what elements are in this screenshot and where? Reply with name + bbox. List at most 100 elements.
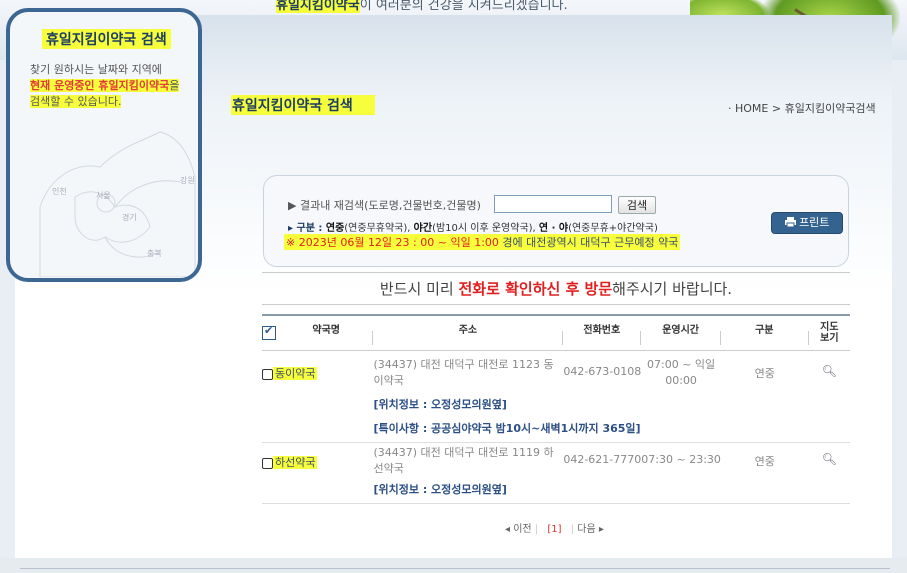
printer-icon <box>784 217 796 228</box>
row-checkbox[interactable] <box>262 457 273 469</box>
col-type: 구분 <box>720 314 809 351</box>
empty-cell <box>262 416 374 443</box>
breadcrumb-separator: > <box>771 102 782 115</box>
col-hours-label: 운영시간 <box>662 325 699 336</box>
col-separator <box>372 331 374 345</box>
breadcrumb: · HOME > 휴일지킴이약국검색 <box>728 100 876 116</box>
col-separator <box>562 331 564 345</box>
location-info: [위치정보 : 오정성모의원옆] <box>373 398 507 411</box>
row-address: (34437) 대전 대덕구 대전로 1123 동이약국 <box>373 351 563 390</box>
col-address: 주소 <box>373 314 564 351</box>
row-checkbox[interactable] <box>262 368 273 380</box>
pager-current-page[interactable]: [1] <box>547 524 561 535</box>
col-name: 약국명 <box>279 314 374 351</box>
row-phone: 042-673-0108 <box>563 365 642 378</box>
row-special: [특이사항 : 공공심야약국 밤10시~새벽1시까지 365일] <box>373 416 850 443</box>
pager-prev[interactable]: ◂ 이전 <box>505 524 532 535</box>
legend-key: 연 · 야 <box>538 223 569 234</box>
footer-strip <box>0 558 907 573</box>
select-all-checkbox[interactable] <box>262 324 276 340</box>
footer-line <box>20 568 890 569</box>
breadcrumb-bullet: · <box>728 102 732 115</box>
sidebar-description: 찾기 원하시는 날짜와 지역에 현재 운영중인 휴일지킴이약국을 검색할 수 있… <box>30 62 198 110</box>
col-map-label: 보기 <box>820 333 839 344</box>
pager-next[interactable]: 다음 ▸ <box>577 524 604 535</box>
table-row-extra: [위치정보 : 오정성모의원옆] <box>262 389 850 416</box>
col-phone: 전화번호 <box>563 314 642 351</box>
select-all-header <box>262 314 280 351</box>
warning-emphasis: 전화로 확인하신 후 방문 <box>458 280 613 298</box>
row-phone: 042-621-7770 <box>563 453 642 466</box>
sidebar-card: 휴일지킴이약국 검색 찾기 원하시는 날짜와 지역에 현재 운영중인 휴일지킴이… <box>6 8 202 282</box>
type-legend: ▸ 구분 : 연중(연중무휴약국), 야간(밤10시 이후 운영약국), 연 ·… <box>288 219 658 234</box>
sidebar-desc-tail: 을 <box>169 79 180 92</box>
col-separator <box>807 331 809 345</box>
search-button[interactable]: 검색 <box>618 196 656 214</box>
search-label: ▶ 결과내 재검색(도로명,건물번호,건물명) <box>288 199 481 212</box>
col-separator <box>719 331 721 345</box>
pharmacy-name[interactable]: 동이약국 <box>273 367 318 380</box>
row-type: 연중 <box>754 455 775 468</box>
legend-key: 연중 <box>325 223 345 234</box>
legend-desc: (연중무휴약국), <box>344 223 414 234</box>
schedule-notice: ※ 2023년 06월 12일 23 : 00 ~ 익일 1:00 경에 대전광… <box>284 234 681 250</box>
map-label-seoul: 서울 <box>96 191 111 200</box>
pharmacy-address: (34437) 대전 대덕구 대전로 1119 하선약국 <box>373 446 554 475</box>
warning-text: 해주시기 바랍니다. <box>612 280 733 298</box>
row-hours: 07:00 ~ 익일 00:00 <box>647 358 716 387</box>
empty-cell <box>262 477 374 504</box>
row-name-cell: 하선약국 <box>262 443 373 478</box>
row-address: (34437) 대전 대덕구 대전로 1119 하선약국 <box>373 443 563 478</box>
legend-key: 야간 <box>413 223 433 234</box>
slogan-highlight: 휴일지킴이약국 <box>276 0 360 13</box>
sidebar-desc-red: 현재 운영중인 휴일지킴이약국 <box>30 79 170 92</box>
row-location: [위치정보 : 오정성모의원옆] <box>373 389 850 416</box>
map-label-gangwon: 강원 <box>180 176 195 185</box>
row-map: 🔍︎ <box>809 443 850 478</box>
search-panel: ▶ 결과내 재검색(도로명,건물번호,건물명) 검색 ▸ 구분 : 연중(연중무… <box>263 175 849 267</box>
pharmacy-name[interactable]: 하선약국 <box>273 456 318 469</box>
sidebar-title: 휴일지킴이약국 검색 <box>42 29 171 49</box>
map-label-incheon: 인천 <box>52 187 67 196</box>
table-row-extra: [위치정보 : 오정성모의원옆] <box>262 477 850 504</box>
legend-desc: (밤10시 이후 운영약국), <box>432 223 539 234</box>
row-hours: 07:30 ~ 23:30 <box>641 453 721 466</box>
print-label: 프린트 <box>799 216 830 229</box>
col-type-label: 구분 <box>755 325 774 336</box>
col-name-label: 약국명 <box>312 325 340 336</box>
search-input[interactable] <box>494 195 612 213</box>
col-map-label: 지도 <box>820 322 839 333</box>
breadcrumb-current: 휴일지킴이약국검색 <box>784 102 876 115</box>
col-separator <box>640 331 642 345</box>
special-info: [특이사항 : 공공심야약국 밤10시~새벽1시까지 365일] <box>373 422 641 435</box>
col-map: 지도 보기 <box>808 314 850 351</box>
pagination: ◂ 이전 | [1] | 다음 ▸ <box>505 524 604 535</box>
pharmacy-address: (34437) 대전 대덕구 대전로 1123 동이약국 <box>373 358 554 387</box>
map-label-chungbuk: 충북 <box>147 249 162 258</box>
top-slogan: 휴일지킴이약국이 여러분의 건강을 지켜드리겠습니다. <box>276 0 568 13</box>
notice-text: 경에 대전광역시 대덕구 근무예정 약국 <box>498 236 679 249</box>
sidebar-desc-line: 찾기 원하시는 날짜와 지역에 <box>30 63 162 76</box>
col-hours: 운영시간 <box>641 314 721 351</box>
call-first-warning: 반드시 미리 전화로 확인하신 후 방문해주시기 바랍니다. <box>262 272 850 305</box>
col-phone-label: 전화번호 <box>583 325 621 336</box>
legend-desc: (연중무휴+야간약국) <box>568 223 658 234</box>
empty-cell <box>262 389 373 416</box>
magnifier-icon[interactable]: 🔍︎ <box>822 452 837 466</box>
print-button[interactable]: 프린트 <box>771 212 843 234</box>
row-name-cell: 동이약국 <box>262 351 373 390</box>
pharmacy-table: 약국명 주소 전화번호 운영시간 구분 지도보기 동이약국 (34437) 대전… <box>262 314 850 504</box>
map-label-gyeonggi: 경기 <box>122 213 137 222</box>
notice-datetime: ※ 2023년 06월 12일 23 : 00 ~ 익일 1:00 <box>286 236 499 249</box>
table-row-extra: [특이사항 : 공공심야약국 밤10시~새벽1시까지 365일] <box>262 416 850 443</box>
magnifier-icon[interactable]: 🔍︎ <box>822 364 837 378</box>
slogan-text: 이 여러분의 건강을 지켜드리겠습니다. <box>359 0 568 13</box>
warning-text: 반드시 미리 <box>379 280 459 298</box>
location-info: [위치정보 : 오정성모의원옆] <box>373 483 507 496</box>
col-address-label: 주소 <box>458 325 478 336</box>
row-map: 🔍︎ <box>809 351 850 390</box>
breadcrumb-home-link[interactable]: HOME <box>735 102 768 115</box>
page-title: 휴일지킴이약국 검색 <box>231 95 375 115</box>
row-location: [위치정보 : 오정성모의원옆] <box>373 477 850 504</box>
table-row: 동이약국 (34437) 대전 대덕구 대전로 1123 동이약국 042-67… <box>262 351 850 390</box>
